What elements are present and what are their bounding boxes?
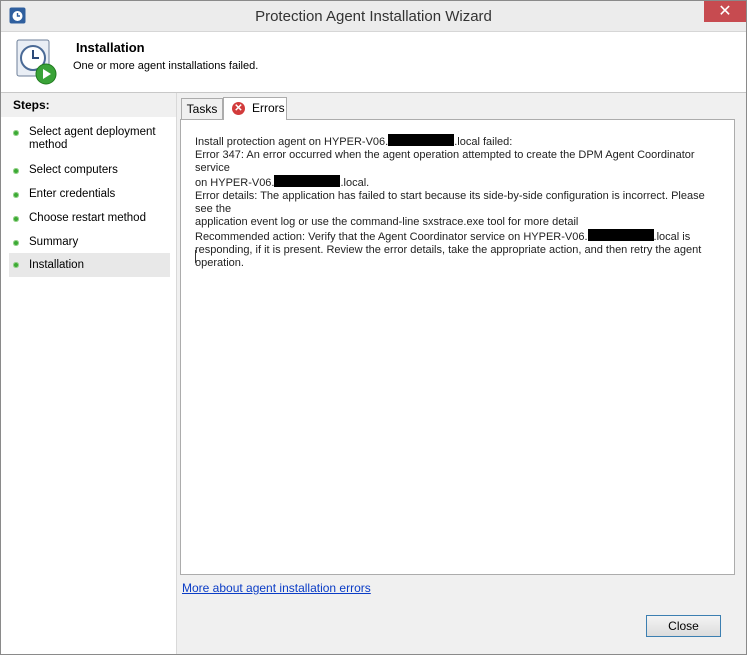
errors-panel[interactable]: Install protection agent on HYPER-V06. .l… <box>180 119 735 575</box>
close-button[interactable]: Close <box>646 615 721 637</box>
status-dot-icon <box>13 168 19 174</box>
text-caret <box>195 250 196 263</box>
error-line: Error details: The application has faile… <box>195 190 705 215</box>
error-line: Install protection agent on HYPER-V06. <box>195 136 389 148</box>
error-line: .local failed: <box>454 136 513 148</box>
step-label: Installation <box>29 259 84 271</box>
more-errors-link[interactable]: More about agent installation errors <box>182 581 371 595</box>
error-line: on HYPER-V06. <box>195 177 275 189</box>
step-label: Summary <box>29 236 79 248</box>
step-installation: Installation <box>9 253 170 277</box>
tab-errors-label: Errors <box>252 101 285 115</box>
step-label: Select agent deployment method <box>29 126 156 151</box>
status-dot-icon <box>13 262 19 268</box>
wizard-window: Protection Agent Installation Wizard ✕ I… <box>0 0 747 655</box>
clock-play-icon <box>16 39 57 85</box>
error-line: .local is <box>653 231 691 243</box>
error-line: application event log or use the command… <box>195 216 579 228</box>
error-line: Recommended action: Verify that the Agen… <box>195 231 588 243</box>
steps-sidebar: Steps: Select agent deployment method Se… <box>1 93 177 654</box>
header-subtitle: One or more agent installations failed. <box>73 60 259 72</box>
redaction-block <box>388 134 455 146</box>
status-dot-icon <box>13 130 19 136</box>
header-title: Installation <box>76 40 145 55</box>
error-line: .local. <box>340 177 370 189</box>
error-line: operation. <box>195 257 244 269</box>
window-close-button[interactable]: ✕ <box>704 1 746 22</box>
title-bar: Protection Agent Installation Wizard ✕ <box>1 1 746 32</box>
tab-tasks[interactable]: Tasks <box>181 98 223 119</box>
step-label: Select computers <box>29 164 118 176</box>
error-icon: ✕ <box>232 102 245 115</box>
status-dot-icon <box>13 216 19 222</box>
step-label: Choose restart method <box>29 212 146 224</box>
step-label: Enter credentials <box>29 188 116 200</box>
tab-errors[interactable]: ✕ Errors <box>223 97 287 120</box>
error-line: responding, if it is present. Review the… <box>195 244 702 256</box>
redaction-block <box>587 229 654 241</box>
window-title: Protection Agent Installation Wizard <box>255 8 492 25</box>
error-line: Error 347: An error occurred when the ag… <box>195 149 695 174</box>
wizard-header: Installation One or more agent installat… <box>1 32 746 93</box>
redaction-block <box>274 175 341 187</box>
error-details-text[interactable]: Install protection agent on HYPER-V06. .l… <box>195 134 725 270</box>
steps-title: Steps: <box>1 93 176 117</box>
status-dot-icon <box>13 240 19 246</box>
status-dot-icon <box>13 192 19 198</box>
